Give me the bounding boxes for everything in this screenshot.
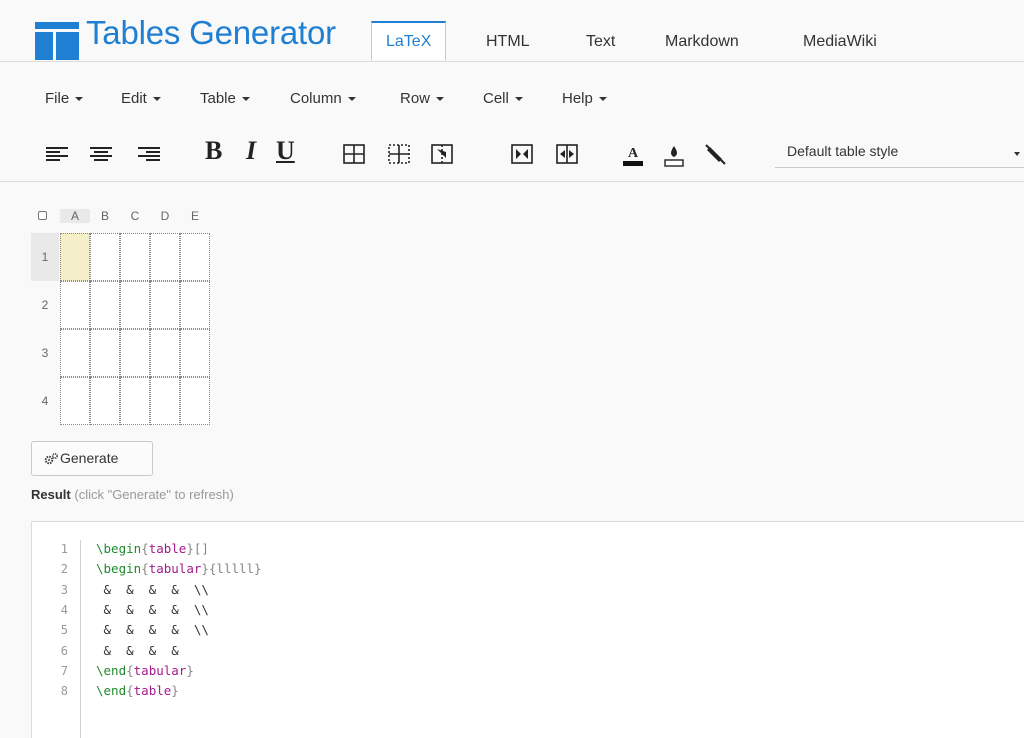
- result-title: Result: [31, 487, 71, 502]
- column-header-c[interactable]: C: [120, 209, 150, 223]
- tab-text[interactable]: Text: [586, 21, 615, 61]
- grid-cell-c1[interactable]: [120, 233, 150, 281]
- line-number: 6: [60, 643, 68, 658]
- grid-cell-d4[interactable]: [150, 377, 180, 425]
- menu-table[interactable]: Table: [200, 90, 250, 107]
- menu-cell[interactable]: Cell: [483, 90, 523, 107]
- split-cells-icon[interactable]: [509, 141, 535, 167]
- chevron-down-icon: [241, 97, 250, 102]
- row-header-1[interactable]: 1: [31, 233, 59, 281]
- code-line: & & & & \\: [96, 601, 209, 617]
- toolbar-divider: [0, 181, 1024, 182]
- column-header-a[interactable]: A: [60, 209, 90, 223]
- column-header-e[interactable]: E: [180, 209, 210, 223]
- align-left-icon[interactable]: [44, 141, 70, 167]
- tab-latex[interactable]: LaTeX: [371, 21, 447, 61]
- grid-cell-b3[interactable]: [90, 329, 120, 377]
- grid-cell-b4[interactable]: [90, 377, 120, 425]
- menu-column[interactable]: Column: [290, 90, 356, 107]
- generate-button[interactable]: Generate: [31, 441, 153, 476]
- grid-cell-b2[interactable]: [90, 281, 120, 329]
- tab-mediawiki[interactable]: MediaWiki: [803, 21, 877, 61]
- gutter-divider: [80, 540, 81, 738]
- chevron-down-icon: [75, 97, 84, 102]
- all-borders-icon[interactable]: [341, 141, 367, 167]
- line-number: 7: [60, 663, 68, 678]
- grid-cell-a2[interactable]: [60, 281, 90, 329]
- header-divider: [0, 61, 1024, 62]
- merge-cells-icon[interactable]: [429, 141, 455, 167]
- background-color-icon[interactable]: [661, 141, 687, 167]
- merge-horizontal-icon[interactable]: [554, 141, 580, 167]
- svg-text:A: A: [628, 146, 639, 161]
- grid-cell-e2[interactable]: [180, 281, 210, 329]
- chevron-down-icon: [152, 97, 161, 102]
- row-header-3[interactable]: 3: [31, 329, 59, 377]
- bold-button[interactable]: B: [205, 136, 222, 166]
- chevron-down-icon: [347, 97, 356, 102]
- line-number: 5: [60, 623, 68, 638]
- select-all-checkbox[interactable]: [38, 211, 47, 220]
- line-number: 3: [60, 582, 68, 597]
- grid-cell-a1[interactable]: [60, 233, 90, 281]
- grid-cell-e3[interactable]: [180, 329, 210, 377]
- column-header-b[interactable]: B: [90, 209, 120, 223]
- result-hint: (click "Generate" to refresh): [74, 487, 234, 502]
- line-number: 4: [60, 602, 68, 617]
- menu-edit[interactable]: Edit: [121, 90, 161, 107]
- line-number: 8: [60, 684, 68, 699]
- menu-row[interactable]: Row: [400, 90, 445, 107]
- menu-file[interactable]: File: [45, 90, 84, 107]
- menu-help[interactable]: Help: [562, 90, 607, 107]
- inner-borders-icon[interactable]: [386, 141, 412, 167]
- table-style-select[interactable]: Default table style: [775, 140, 1024, 168]
- tab-html[interactable]: HTML: [486, 21, 530, 61]
- column-header-d[interactable]: D: [150, 209, 180, 223]
- align-center-icon[interactable]: [88, 141, 114, 167]
- code-line: \begin{tabular}{lllll}: [96, 561, 262, 577]
- grid-cell-c3[interactable]: [120, 329, 150, 377]
- generate-button-label: Generate: [60, 450, 119, 466]
- code-line: \end{table}: [96, 683, 179, 699]
- tab-markdown[interactable]: Markdown: [665, 21, 739, 61]
- grid-cell-d3[interactable]: [150, 329, 180, 377]
- grid-cell-c4[interactable]: [120, 377, 150, 425]
- code-line: & & & & \\: [96, 622, 209, 638]
- line-number: 1: [60, 542, 68, 556]
- chevron-down-icon: [514, 97, 523, 102]
- table-style-value: Default table style: [787, 143, 899, 159]
- line-number: 2: [60, 562, 68, 577]
- gears-icon: [44, 453, 58, 465]
- code-line: \end{tabular}: [96, 662, 194, 678]
- chevron-down-icon: [436, 97, 445, 102]
- logo-icon: [35, 22, 79, 60]
- align-right-icon[interactable]: [136, 141, 162, 167]
- grid-cell-b1[interactable]: [90, 233, 120, 281]
- grid-cell-c2[interactable]: [120, 281, 150, 329]
- row-header-4[interactable]: 4: [31, 377, 59, 425]
- text-color-icon[interactable]: A: [620, 141, 646, 167]
- row-header-2[interactable]: 2: [31, 281, 59, 329]
- code-line: & & & &: [96, 642, 179, 658]
- clear-formatting-icon[interactable]: [702, 141, 728, 167]
- chevron-down-icon: [1014, 152, 1020, 156]
- code-line: \begin{table}[]: [96, 541, 209, 556]
- code-line: & & & & \\: [96, 581, 209, 597]
- result-label: Result (click "Generate" to refresh): [31, 487, 234, 502]
- grid-cell-d2[interactable]: [150, 281, 180, 329]
- grid-cell-a4[interactable]: [60, 377, 90, 425]
- grid-cell-a3[interactable]: [60, 329, 90, 377]
- chevron-down-icon: [598, 97, 607, 102]
- underline-button[interactable]: U: [276, 136, 295, 166]
- grid-cell-d1[interactable]: [150, 233, 180, 281]
- brand-title[interactable]: Tables Generator: [86, 14, 336, 52]
- grid-cell-e4[interactable]: [180, 377, 210, 425]
- grid-cell-e1[interactable]: [180, 233, 210, 281]
- italic-button[interactable]: I: [246, 136, 256, 166]
